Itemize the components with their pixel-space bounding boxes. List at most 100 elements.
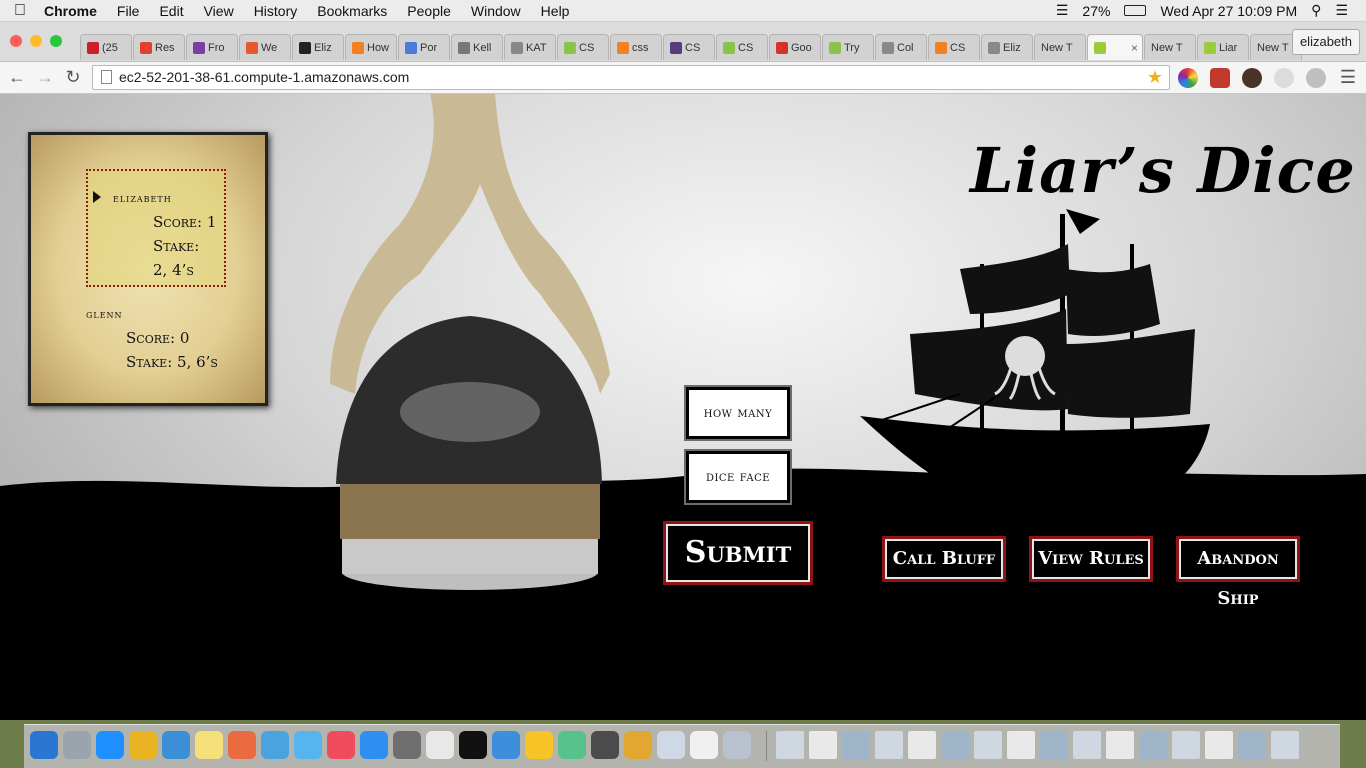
dock-app-icon[interactable]	[228, 731, 256, 759]
menu-help[interactable]: Help	[531, 3, 580, 19]
battery-percent[interactable]: 27%	[1082, 3, 1110, 19]
dock-app-icon[interactable]	[558, 731, 586, 759]
bus-extension-icon[interactable]	[1210, 68, 1230, 88]
close-window-button[interactable]	[10, 35, 22, 47]
dock-app-icon[interactable]	[657, 731, 685, 759]
abandon-ship-button[interactable]: Abandon Ship	[1176, 536, 1300, 609]
dock-app-icon[interactable]	[327, 731, 355, 759]
dock-app-icon[interactable]	[63, 731, 91, 759]
bookmark-star-icon[interactable]: ★	[1147, 66, 1163, 89]
tab[interactable]: Res	[133, 34, 185, 60]
dock-window-thumbnail[interactable]	[875, 731, 903, 759]
submit-button[interactable]: Submit	[663, 521, 813, 585]
tab[interactable]: New T	[1034, 34, 1086, 60]
how-many-input[interactable]: how many	[686, 387, 790, 439]
dock-app-icon[interactable]	[360, 731, 388, 759]
m-extension-icon[interactable]	[1306, 68, 1326, 88]
dock-app-icon[interactable]	[162, 731, 190, 759]
menu-history[interactable]: History	[244, 3, 308, 19]
tab[interactable]: Col	[875, 34, 927, 60]
dock-window-thumbnail[interactable]	[974, 731, 1002, 759]
dock-app-icon[interactable]	[195, 731, 223, 759]
dock-app-icon[interactable]	[591, 731, 619, 759]
tab[interactable]: (25	[80, 34, 132, 60]
tab[interactable]: CS	[557, 34, 609, 60]
dock-app-icon[interactable]	[525, 731, 553, 759]
dock-window-thumbnail[interactable]	[1106, 731, 1134, 759]
tab-label: Liar	[1219, 41, 1238, 54]
apple-menu-icon[interactable]: 	[0, 2, 40, 20]
tab[interactable]: We	[239, 34, 291, 60]
dock-app-icon[interactable]	[690, 731, 718, 759]
dock-app-icon[interactable]	[492, 731, 520, 759]
dock-window-thumbnail[interactable]	[908, 731, 936, 759]
address-bar[interactable]: ec2-52-201-38-61.compute-1.amazonaws.com…	[92, 65, 1170, 90]
view-rules-button[interactable]: View Rules	[1029, 536, 1153, 582]
dock-window-thumbnail[interactable]	[1271, 731, 1299, 759]
dock-app-icon[interactable]	[723, 731, 751, 759]
tab[interactable]: Liar	[1197, 34, 1249, 60]
wifi-icon[interactable]: ☰	[1056, 2, 1069, 19]
dock-window-thumbnail[interactable]	[1139, 731, 1167, 759]
tab[interactable]: Try	[822, 34, 874, 60]
dock-window-thumbnail[interactable]	[776, 731, 804, 759]
forward-arrow-icon[interactable]: →	[34, 66, 56, 88]
menu-window[interactable]: Window	[461, 3, 531, 19]
tab[interactable]: KAT	[504, 34, 556, 60]
minimize-window-button[interactable]	[30, 35, 42, 47]
dock-window-thumbnail[interactable]	[842, 731, 870, 759]
dock-window-thumbnail[interactable]	[1073, 731, 1101, 759]
back-arrow-icon[interactable]: ←	[6, 66, 28, 88]
battery-icon[interactable]	[1124, 5, 1147, 16]
call-bluff-button[interactable]: Call Bluff	[882, 536, 1006, 582]
dock-app-icon[interactable]	[459, 731, 487, 759]
menu-bookmarks[interactable]: Bookmarks	[307, 3, 397, 19]
tab[interactable]: Goo	[769, 34, 821, 60]
tab[interactable]: New T	[1144, 34, 1196, 60]
tab[interactable]: CS	[716, 34, 768, 60]
menu-edit[interactable]: Edit	[149, 3, 193, 19]
tab[interactable]: Eliz	[981, 34, 1033, 60]
tab[interactable]: CS	[663, 34, 715, 60]
tab[interactable]: Kell	[451, 34, 503, 60]
dock-app-icon[interactable]	[261, 731, 289, 759]
tab-favicon-icon	[617, 41, 629, 54]
tab[interactable]: Por	[398, 34, 450, 60]
dock-window-thumbnail[interactable]	[1238, 731, 1266, 759]
dice-face-input[interactable]: dice face	[686, 451, 790, 503]
menu-view[interactable]: View	[194, 3, 244, 19]
dock-app-icon[interactable]	[624, 731, 652, 759]
dock-app-icon[interactable]	[129, 731, 157, 759]
dock-app-icon[interactable]	[96, 731, 124, 759]
dock-window-thumbnail[interactable]	[1172, 731, 1200, 759]
tab-close-icon[interactable]: ×	[1131, 41, 1138, 55]
avatar-extension-icon[interactable]	[1242, 68, 1262, 88]
dock-app-icon[interactable]	[294, 731, 322, 759]
dock-window-thumbnail[interactable]	[1040, 731, 1068, 759]
notification-center-icon[interactable]: ☰	[1335, 2, 1348, 19]
dock-window-thumbnail[interactable]	[809, 731, 837, 759]
dock-window-thumbnail[interactable]	[1007, 731, 1035, 759]
clock[interactable]: Wed Apr 27 10:09 PM	[1160, 3, 1297, 19]
profile-button[interactable]: elizabeth	[1291, 29, 1360, 55]
spotlight-search-icon[interactable]: ⚲	[1311, 2, 1321, 19]
tab-active[interactable]: ×	[1087, 34, 1143, 60]
zoom-window-button[interactable]	[50, 35, 62, 47]
menu-file[interactable]: File	[107, 3, 150, 19]
tab[interactable]: css	[610, 34, 662, 60]
tab[interactable]: CS	[928, 34, 980, 60]
tab[interactable]: Eliz	[292, 34, 344, 60]
tab[interactable]: How	[345, 34, 397, 60]
dock-window-thumbnail[interactable]	[941, 731, 969, 759]
tab[interactable]: Fro	[186, 34, 238, 60]
dock-window-thumbnail[interactable]	[1205, 731, 1233, 759]
dock-app-icon[interactable]	[30, 731, 58, 759]
reload-icon[interactable]: ↻	[62, 66, 84, 88]
color-picker-extension-icon[interactable]	[1178, 68, 1198, 88]
menu-app-chrome[interactable]: Chrome	[40, 3, 107, 19]
gray-extension-icon[interactable]	[1274, 68, 1294, 88]
chrome-menu-icon[interactable]: ☰	[1340, 67, 1356, 88]
dock-app-icon[interactable]	[426, 731, 454, 759]
menu-people[interactable]: People	[397, 3, 461, 19]
dock-app-icon[interactable]	[393, 731, 421, 759]
